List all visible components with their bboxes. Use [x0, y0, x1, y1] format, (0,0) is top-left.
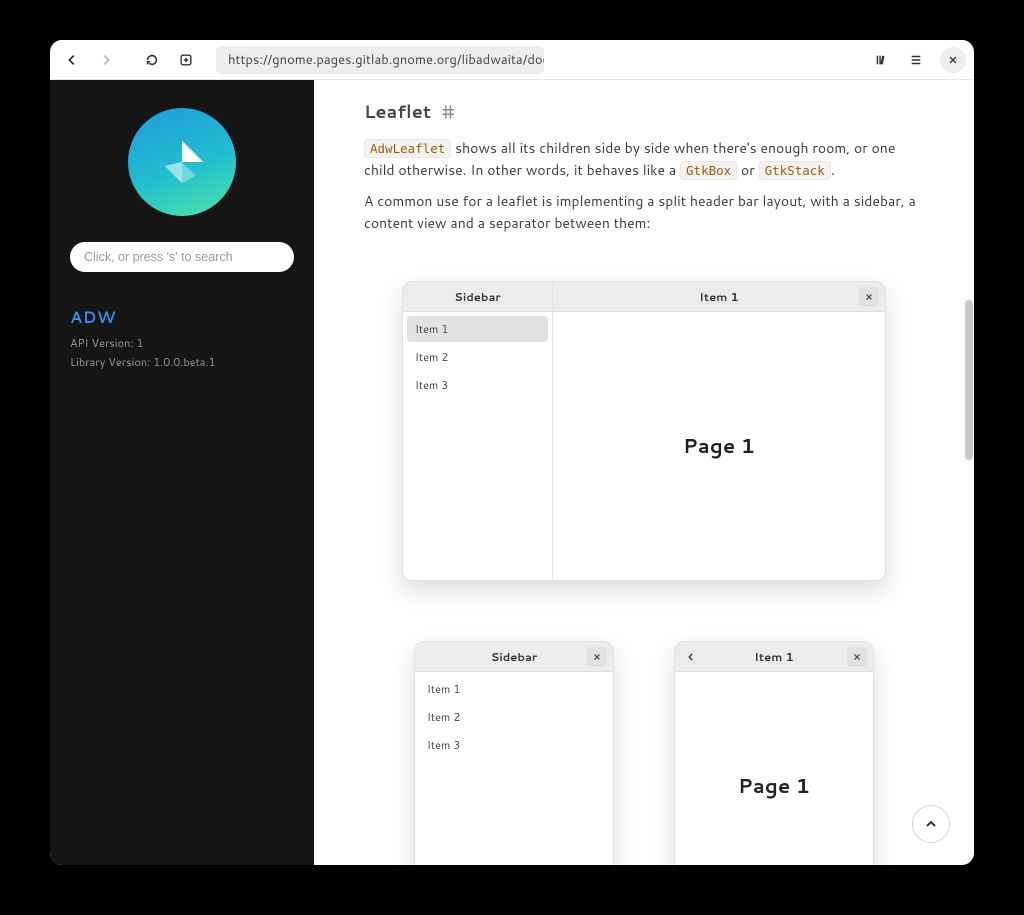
new-tab-button[interactable]: [172, 46, 200, 74]
mock-sidebar-header-narrow: Sidebar: [415, 642, 613, 672]
mock-app-wide: Sidebar Item 1 Item 2 Item 3 Item 1: [402, 281, 886, 581]
paragraph-1: AdwLeaflet shows all its children side b…: [364, 138, 924, 181]
library-logo: [128, 108, 236, 216]
forward-button[interactable]: [92, 46, 120, 74]
close-icon[interactable]: [847, 647, 867, 667]
doc-main[interactable]: Leaflet # AdwLeaflet shows all its child…: [314, 80, 974, 865]
paragraph-2: A common use for a leaflet is implementi…: [364, 191, 924, 234]
url-text: https://gnome.pages.gitlab.gnome.org/lib…: [228, 51, 544, 69]
search-input[interactable]: [70, 242, 294, 272]
mock-sidebar-pane: Sidebar Item 1 Item 2 Item 3: [403, 282, 553, 580]
mock-sidebar-list-narrow: Item 1 Item 2 Item 3: [415, 672, 613, 764]
list-item[interactable]: Item 2: [419, 704, 609, 730]
section-heading: Leaflet #: [364, 98, 924, 124]
mock-app-narrow-sidebar: Sidebar Item 1 Item 2 Item 3: [414, 641, 614, 865]
list-item[interactable]: Item 3: [419, 732, 609, 758]
mock-page-label: Page 1: [675, 672, 873, 865]
reload-button[interactable]: [138, 46, 166, 74]
close-icon[interactable]: [859, 287, 879, 307]
mock-app-narrow-content: Item 1 Page 1: [674, 641, 874, 865]
api-version: API Version: 1: [70, 335, 143, 352]
window-close-button[interactable]: [940, 47, 966, 73]
back-button[interactable]: [58, 46, 86, 74]
library-icon[interactable]: [868, 46, 896, 74]
list-item[interactable]: Item 2: [407, 344, 548, 370]
code-adwleaflet[interactable]: AdwLeaflet: [364, 139, 451, 158]
code-gtkbox[interactable]: GtkBox: [680, 161, 737, 180]
figure-narrow: Sidebar Item 1 Item 2 Item 3: [364, 641, 924, 865]
code-gtkstack[interactable]: GtkStack: [759, 161, 831, 180]
mock-content-title: Item 1: [754, 648, 793, 665]
browser-window: https://gnome.pages.gitlab.gnome.org/lib…: [50, 40, 974, 865]
figure-wide: Sidebar Item 1 Item 2 Item 3 Item 1: [364, 281, 924, 581]
scrollbar-thumb[interactable]: [965, 300, 973, 460]
library-version: Library Version: 1.0.0.beta.1: [70, 354, 216, 371]
list-item[interactable]: Item 3: [407, 372, 548, 398]
mock-content-header: Item 1: [553, 282, 885, 312]
menu-button[interactable]: [902, 46, 930, 74]
mock-sidebar-title: Sidebar: [454, 288, 500, 305]
address-bar[interactable]: https://gnome.pages.gitlab.gnome.org/lib…: [216, 46, 544, 74]
mock-content-pane: Item 1 Page 1: [553, 282, 885, 580]
mock-content-header-narrow: Item 1: [675, 642, 873, 672]
library-name[interactable]: ADW: [70, 306, 116, 329]
close-icon[interactable]: [587, 647, 607, 667]
list-item[interactable]: Item 1: [419, 676, 609, 702]
mock-content-title: Item 1: [699, 288, 738, 305]
browser-toolbar: https://gnome.pages.gitlab.gnome.org/lib…: [50, 40, 974, 80]
content-area: ADW API Version: 1 Library Version: 1.0.…: [50, 80, 974, 865]
back-icon[interactable]: [681, 647, 701, 667]
list-item[interactable]: Item 1: [407, 316, 548, 342]
heading-anchor[interactable]: #: [442, 98, 454, 124]
heading-text: Leaflet: [364, 98, 431, 124]
mock-sidebar-title: Sidebar: [491, 648, 537, 665]
doc-sidebar: ADW API Version: 1 Library Version: 1.0.…: [50, 80, 314, 865]
mock-sidebar-list: Item 1 Item 2 Item 3: [403, 312, 552, 404]
scroll-to-top-button[interactable]: [912, 805, 950, 843]
mock-sidebar-header: Sidebar: [403, 282, 552, 312]
mock-page-label: Page 1: [553, 312, 885, 580]
